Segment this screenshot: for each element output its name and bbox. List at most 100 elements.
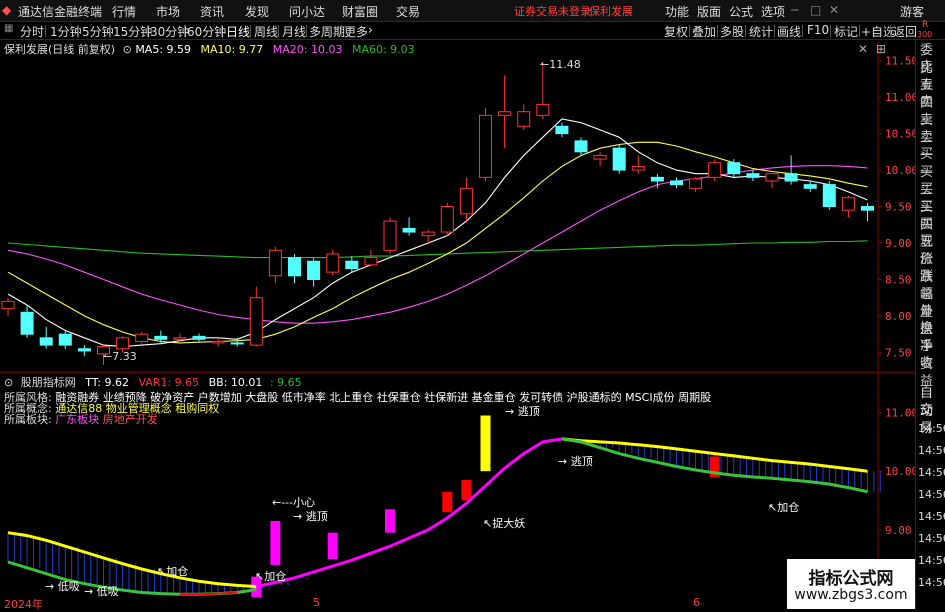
candle (708, 159, 722, 181)
main-axis-label: 9.00 (885, 237, 912, 250)
period-more[interactable]: 更多 (344, 23, 368, 40)
candle (135, 331, 149, 344)
candle-body (822, 184, 836, 208)
candle-body (536, 103, 550, 116)
tt-label: TT: 9.62 (85, 376, 129, 389)
candle-body (517, 111, 531, 127)
btn-tongji[interactable]: 统计 (749, 23, 773, 40)
settings-icon[interactable]: ⊙ (123, 43, 132, 56)
close-icon[interactable]: ✕ (829, 3, 839, 17)
minimize-icon[interactable]: ─ (791, 3, 798, 17)
candle-body (574, 140, 588, 153)
candle-body (77, 348, 91, 352)
menu-wenxiaoda[interactable]: 问小达 (289, 3, 325, 20)
date-year: 2024年 (4, 598, 43, 611)
candle (20, 305, 34, 338)
period-5min[interactable]: 5分钟 (82, 23, 114, 40)
menu-caifuquan[interactable]: 财富圈 (342, 3, 378, 20)
candle-body (345, 260, 359, 270)
period-1min[interactable]: 1分钟 (50, 23, 82, 40)
corner-r: R (922, 20, 929, 30)
maximize-icon[interactable]: □ (810, 3, 821, 17)
chart-close-icon[interactable]: ✕ (858, 42, 868, 56)
btn-biaoji[interactable]: 标记 (834, 23, 858, 40)
candle-body (58, 333, 72, 346)
ma60-label: MA60: 9.03 (351, 43, 415, 56)
tick-time: 14:56 (918, 466, 945, 479)
candle (39, 326, 53, 349)
btn-diejia[interactable]: 叠加 (692, 23, 716, 40)
chevron-right-icon[interactable]: › (368, 23, 373, 37)
period-daily[interactable]: 日线 (226, 23, 250, 40)
candle-body (746, 173, 760, 178)
menu-banmian[interactable]: 版面 (697, 3, 721, 20)
login-notice[interactable]: 证券交易未登录 (514, 3, 591, 19)
signal-bar (270, 520, 281, 565)
btn-duogu[interactable]: 多股 (720, 23, 744, 40)
candle (459, 177, 473, 222)
btn-fanhui[interactable]: 返回 (893, 23, 917, 40)
period-weekly[interactable]: 周线 (254, 23, 278, 40)
candle (593, 151, 607, 167)
high-mark: ↼11.48 (540, 58, 581, 71)
candle-body (612, 147, 626, 171)
menu-gongneng[interactable]: 功能 (665, 3, 689, 20)
candle (211, 337, 225, 347)
ma20-label: MA20: 10.03 (272, 43, 343, 56)
menu-faxian[interactable]: 发现 (245, 3, 269, 20)
candle-body (650, 176, 664, 182)
main-axis-label: 11.50 (885, 55, 915, 68)
candle-body (39, 337, 53, 346)
btn-f10[interactable]: F10 (807, 23, 829, 37)
sector-value-2: 房地产开发 (102, 413, 158, 426)
candle-body (211, 340, 225, 344)
candle (58, 330, 72, 349)
btn-huaxian[interactable]: 画线 (777, 23, 801, 40)
candle-body (192, 335, 206, 340)
grid-icon[interactable]: ▦ (4, 23, 13, 34)
add-position-2: ↖加仓 (157, 565, 189, 578)
ma60-line (7, 240, 868, 259)
sub-settings-icon[interactable]: ⊙ (4, 376, 13, 389)
careful-mark: ←---小心 (272, 496, 316, 509)
menu-shichang[interactable]: 市场 (156, 3, 180, 20)
catch-mark: ↖捉大妖 (483, 517, 526, 530)
period-monthly[interactable]: 月线 (282, 23, 306, 40)
period-multi[interactable]: 多周期 (309, 23, 345, 40)
menu-gongshi[interactable]: 公式 (729, 3, 753, 20)
candle (383, 217, 397, 254)
candle-body (670, 180, 683, 186)
candle-body (154, 335, 168, 340)
candle (288, 253, 301, 284)
menu-xuanxiang[interactable]: 选项 (761, 3, 785, 20)
candle-body (479, 114, 492, 178)
candle-body (402, 227, 416, 233)
candle (192, 333, 206, 342)
candle-body (1, 300, 15, 310)
tick-time: 14:56 (918, 554, 945, 567)
date-month-6: 6 (693, 596, 700, 609)
candle-body (689, 178, 703, 189)
candle-body (249, 297, 263, 346)
candle (555, 122, 569, 138)
menu-zixun[interactable]: 资讯 (200, 3, 224, 20)
guest-label[interactable]: 游客 (900, 3, 924, 20)
period-toolbar: ▦ 分时 1分钟 5分钟 15分钟 30分钟 60分钟 日线 周线 月线 多周期… (0, 20, 945, 40)
escape-top-1: → 逃顶 (505, 405, 540, 418)
signal-bar (461, 479, 472, 501)
chart-expand-icon[interactable]: ⊞ (876, 42, 886, 56)
candle-body (765, 173, 779, 182)
candle (670, 177, 683, 189)
main-axis-label: 11.00 (885, 91, 915, 104)
menu-jiaoyi[interactable]: 交易 (396, 3, 420, 20)
main-legend: 保利发展(日线 前复权) ⊙ MA5: 9.59 MA10: 9.77 MA20… (4, 41, 415, 56)
candle (784, 155, 798, 185)
bb-label: BB: 10.01 (208, 376, 263, 389)
btn-fuquan[interactable]: 复权 (664, 23, 688, 40)
period-fenshi[interactable]: 分时 (20, 23, 44, 40)
kline-chart[interactable]: 11.50 11.00 10.50 10.00 9.50 9.00 8.50 8.00 7.50 (0, 40, 915, 373)
add-position-3: ↖加仓 (255, 570, 287, 583)
menu-hangqing[interactable]: 行情 (112, 3, 136, 20)
main-axis-label: 8.00 (885, 310, 912, 323)
tick-time: 14:56 (918, 488, 945, 501)
